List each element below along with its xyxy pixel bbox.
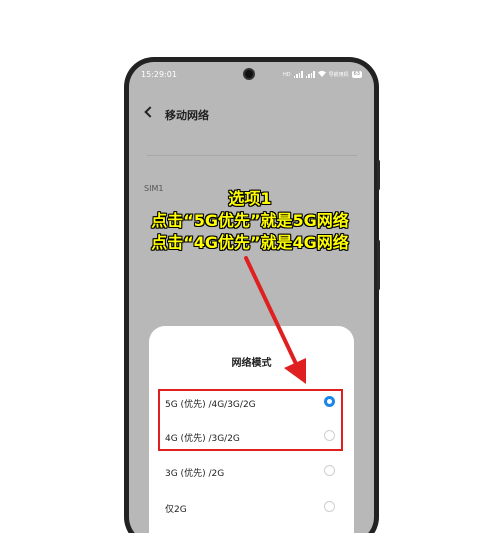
radio-icon[interactable]	[324, 501, 335, 512]
annotation-line-3: 点击“4G优先”就是4G网络	[151, 233, 349, 252]
phone-screen: 15:29:01 HD 导航用机 63 移动网络 SIM1 网络模式 5G (优…	[129, 62, 374, 533]
option-label: 3G (优先) /2G	[165, 469, 225, 479]
carrier-label: 导航用机	[328, 72, 349, 78]
highlight-box	[158, 389, 343, 451]
wifi-icon	[317, 70, 326, 79]
chevron-left-icon[interactable]	[144, 106, 156, 118]
sheet-title: 网络模式	[231, 358, 272, 369]
page-title: 移动网络	[165, 109, 209, 122]
option-3g[interactable]: 3G (优先) /2G	[165, 463, 335, 481]
status-bar: 15:29:01 HD 导航用机 63	[129, 62, 374, 88]
power-button	[377, 160, 380, 190]
radio-icon[interactable]	[324, 465, 335, 476]
status-icons: HD 导航用机 63	[283, 70, 362, 79]
hd-label: HD	[282, 71, 291, 78]
divider	[147, 155, 357, 156]
annotation-line-2: 点击“5G优先”就是5G网络	[151, 211, 349, 230]
option-2g[interactable]: 仅2G	[165, 499, 335, 517]
camera-icon	[243, 68, 255, 80]
option-label: 仅2G	[165, 505, 187, 515]
status-time: 15:29:01	[141, 70, 177, 79]
battery-icon: 63	[351, 71, 362, 78]
annotation-line-1: 选项1	[228, 189, 272, 208]
app-bar: 移动网络	[129, 102, 374, 126]
signal-icon	[293, 71, 303, 78]
signal-icon-2	[305, 71, 315, 78]
annotation-text: 选项1 点击“5G优先”就是5G网络 点击“4G优先”就是4G网络	[100, 188, 400, 254]
